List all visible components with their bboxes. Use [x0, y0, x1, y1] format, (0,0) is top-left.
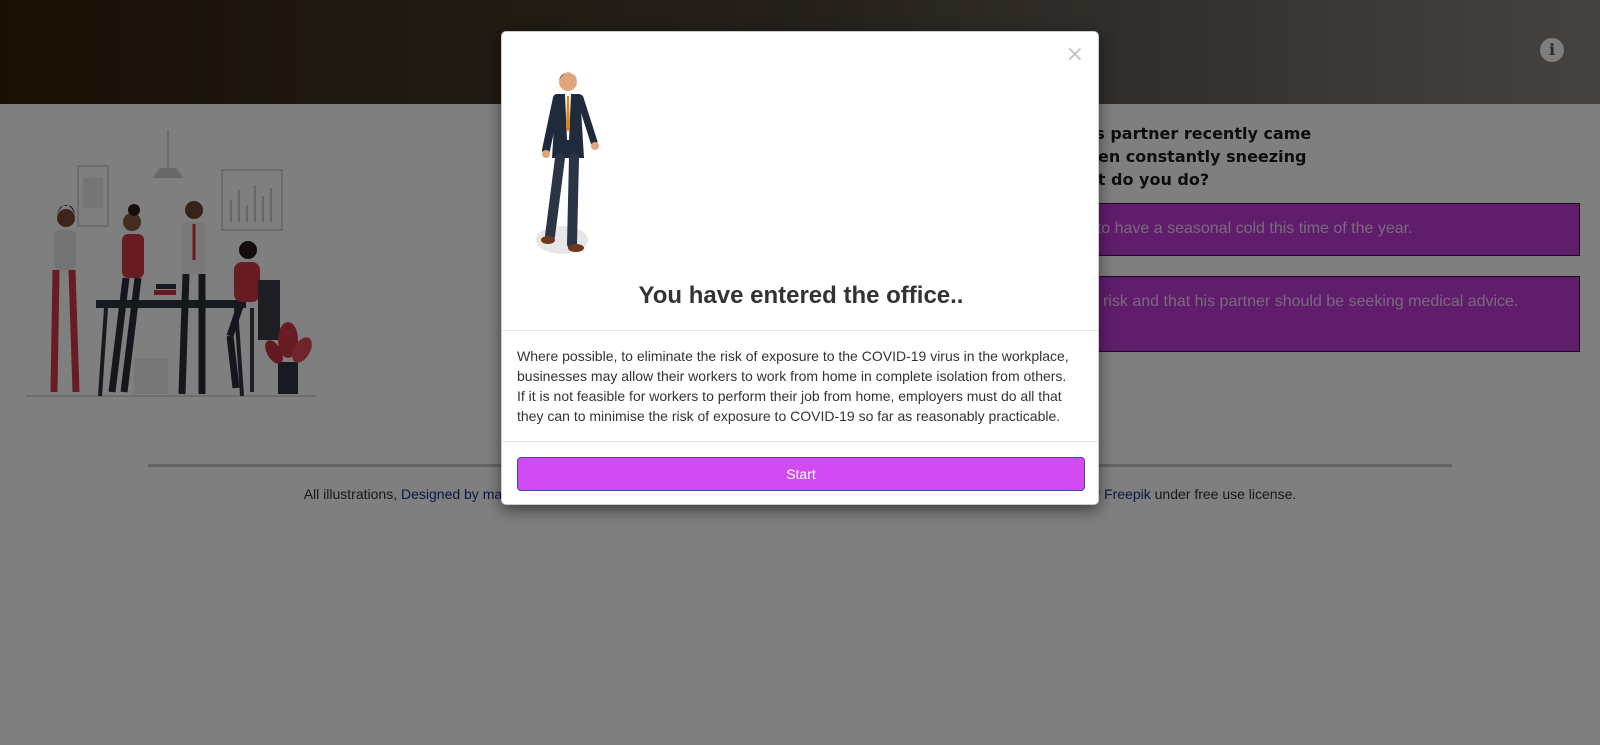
- modal-divider: [502, 441, 1098, 442]
- start-button[interactable]: Start: [517, 457, 1085, 491]
- welcome-modal: × You have entered the office.. Where po…: [501, 31, 1099, 505]
- close-icon[interactable]: ×: [1066, 44, 1084, 66]
- modal-body-text: Where possible, to eliminate the risk of…: [517, 348, 1069, 424]
- modal-title: You have entered the office..: [638, 282, 964, 309]
- modal-divider: [502, 330, 1098, 331]
- businessman-walking-illustration: [536, 72, 599, 254]
